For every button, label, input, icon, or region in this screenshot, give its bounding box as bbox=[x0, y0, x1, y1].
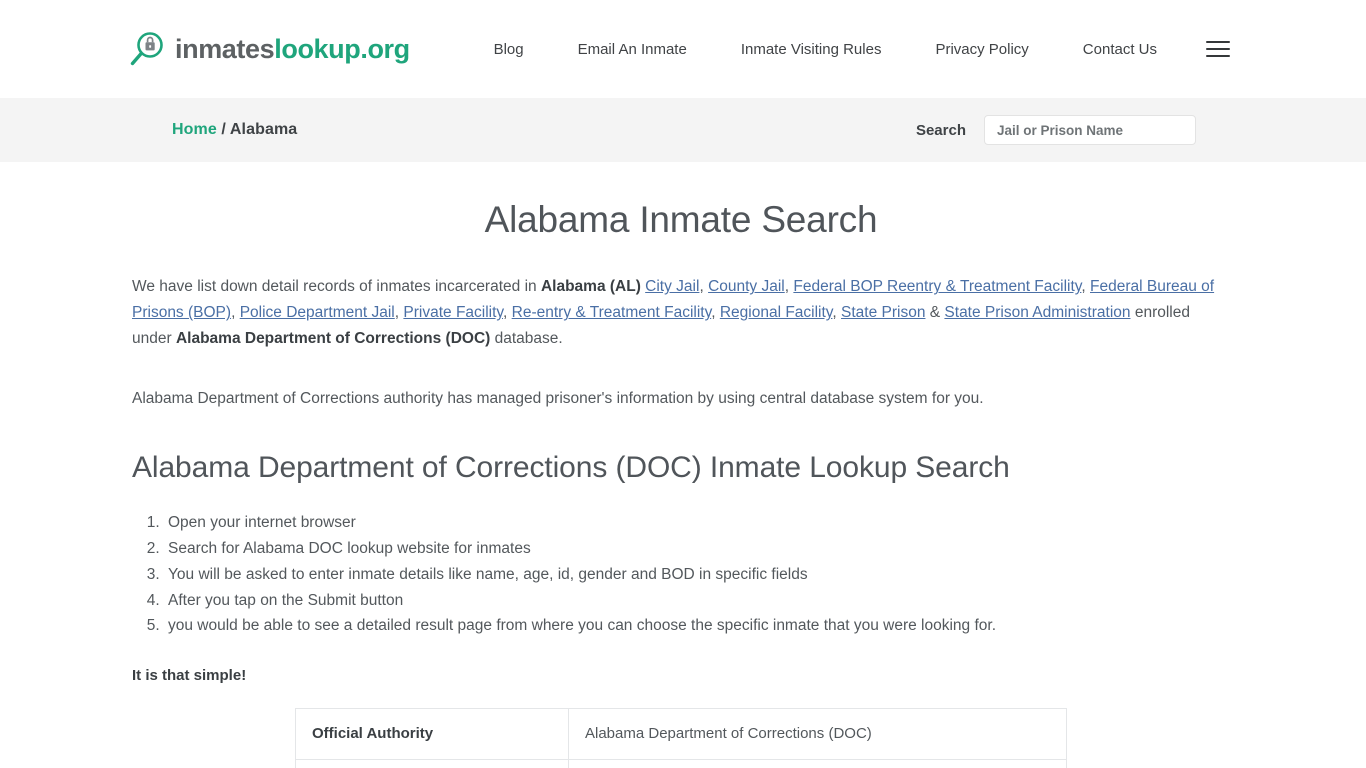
link-city-jail[interactable]: City Jail bbox=[645, 278, 699, 295]
table-row: Online Site http://www.doc.state.al.us/ bbox=[295, 759, 1067, 768]
intro-state-bold: Alabama (AL) bbox=[540, 278, 641, 296]
main-navigation: Blog Email An Inmate Inmate Visiting Rul… bbox=[467, 34, 1230, 65]
section-heading: Alabama Department of Corrections (DOC) … bbox=[132, 450, 1010, 484]
search-label: Search bbox=[915, 121, 966, 139]
table-cell-key: Online Site bbox=[295, 759, 569, 768]
table-cell-value: Alabama Department of Corrections (DOC) bbox=[568, 708, 1067, 761]
site-header: inmateslookup.org Blog Email An Inmate I… bbox=[0, 0, 1366, 98]
intro-paragraph: We have list down detail records of inma… bbox=[132, 278, 1215, 347]
breadcrumb-current: Alabama bbox=[229, 121, 298, 138]
magnifier-lock-icon bbox=[128, 30, 166, 68]
intro-lead: We have list down detail records of inma… bbox=[132, 278, 541, 296]
main-content: Alabama Inmate Search We have list down … bbox=[0, 198, 1366, 768]
list-item: Search for Alabama DOC lookup website fo… bbox=[164, 536, 1230, 562]
list-item: Open your internet browser bbox=[164, 510, 1230, 536]
link-federal-bop-reentry-treatment-facility[interactable]: Federal BOP Reentry & Treatment Facility bbox=[793, 278, 1081, 295]
nav-contact-us[interactable]: Contact Us bbox=[1056, 34, 1184, 65]
logo-wordmark: inmateslookup.org bbox=[175, 33, 410, 64]
simple-note: It is that simple! bbox=[132, 667, 247, 685]
table-row: Official Authority Alabama Department of… bbox=[295, 708, 1067, 761]
facility-info-table: Official Authority Alabama Department of… bbox=[295, 708, 1067, 768]
page-title: Alabama Inmate Search bbox=[484, 199, 878, 240]
sub-paragraph: Alabama Department of Corrections author… bbox=[132, 389, 984, 407]
list-item: After you tap on the Submit button bbox=[164, 588, 1230, 614]
nav-email-an-inmate[interactable]: Email An Inmate bbox=[551, 34, 714, 65]
hamburger-menu-icon[interactable] bbox=[1206, 39, 1230, 59]
link-state-prison-administration[interactable]: State Prison Administration bbox=[944, 304, 1130, 321]
list-item: you would be able to see a detailed resu… bbox=[164, 613, 1230, 639]
nav-inmate-visiting-rules[interactable]: Inmate Visiting Rules bbox=[714, 34, 909, 65]
link-regional-facility[interactable]: Regional Facility bbox=[720, 304, 833, 321]
logo-text-accent: lookup.org bbox=[274, 33, 410, 64]
table-cell-key: Official Authority bbox=[295, 708, 569, 761]
nav-privacy-policy[interactable]: Privacy Policy bbox=[908, 34, 1055, 65]
search-input[interactable] bbox=[984, 115, 1196, 145]
logo-text-primary: inmates bbox=[175, 33, 275, 64]
link-re-entry-treatment-facility[interactable]: Re-entry & Treatment Facility bbox=[512, 304, 712, 321]
intro-doc-bold: Alabama Department of Corrections (DOC) bbox=[175, 329, 491, 347]
search-area: Search bbox=[916, 115, 1196, 145]
link-police-department-jail[interactable]: Police Department Jail bbox=[240, 304, 395, 321]
breadcrumb-separator: / bbox=[216, 121, 230, 138]
link-state-prison[interactable]: State Prison bbox=[841, 304, 925, 321]
intro-tail: database. bbox=[490, 329, 563, 347]
nav-blog[interactable]: Blog bbox=[467, 34, 551, 65]
link-private-facility[interactable]: Private Facility bbox=[403, 304, 503, 321]
table-cell-value: http://www.doc.state.al.us/ bbox=[568, 759, 1067, 768]
breadcrumb: Home / Alabama bbox=[172, 121, 297, 139]
site-logo[interactable]: inmateslookup.org bbox=[128, 30, 410, 68]
steps-list: Open your internet browser Search for Al… bbox=[132, 510, 1230, 639]
list-item: You will be asked to enter inmate detail… bbox=[164, 562, 1230, 588]
breadcrumb-home-link[interactable]: Home bbox=[172, 121, 217, 138]
breadcrumb-bar: Home / Alabama Search bbox=[0, 98, 1366, 162]
link-county-jail[interactable]: County Jail bbox=[708, 278, 785, 295]
